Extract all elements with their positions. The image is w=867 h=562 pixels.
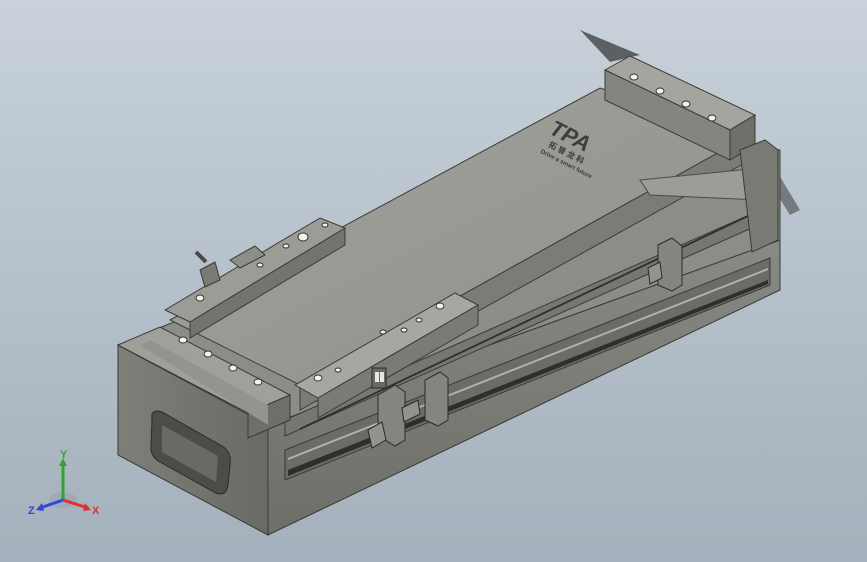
x-axis-label: X [92, 505, 100, 517]
sensor-bracket-1 [371, 367, 387, 389]
x-axis-head [83, 503, 91, 511]
sensor-bracket-4 [424, 371, 449, 427]
linear-module-model[interactable]: TPA 拓 普 龙 科 Drive a smart future [0, 0, 867, 562]
sensor-bracket-6 [657, 237, 683, 292]
y-axis-label: Y [60, 450, 68, 461]
orientation-triad: Y X Z [28, 450, 100, 517]
motor-shaft [194, 250, 208, 264]
z-axis-label: Z [28, 505, 35, 517]
z-axis-head [36, 503, 44, 511]
graphics-viewport[interactable]: TPA 拓 普 龙 科 Drive a smart future Y X Z [0, 0, 867, 562]
